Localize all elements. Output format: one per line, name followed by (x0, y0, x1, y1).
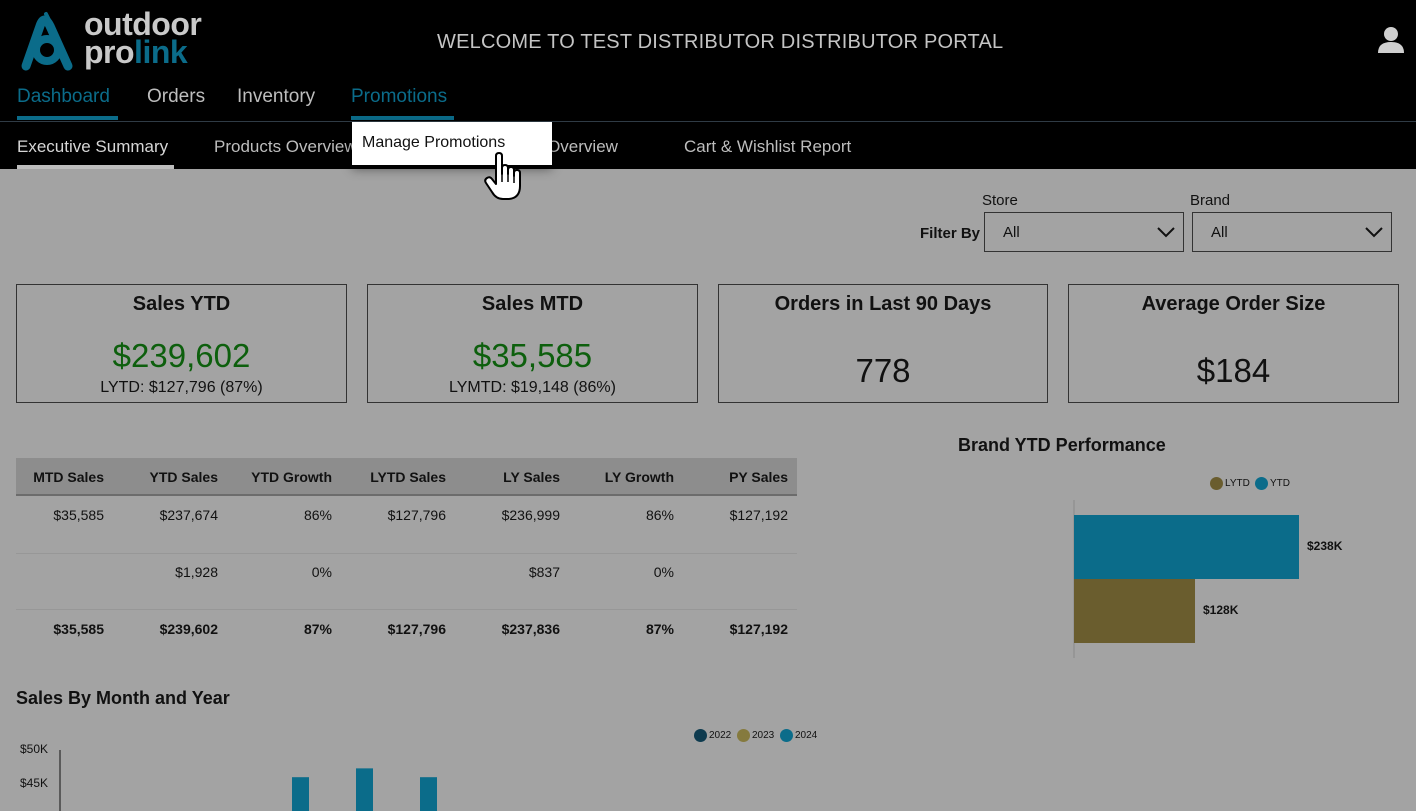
table-cell: 86% (645, 507, 674, 523)
logo-pro: pro (84, 34, 135, 70)
chevron-down-icon (1157, 227, 1175, 238)
nav-dashboard[interactable]: Dashboard (17, 86, 110, 108)
table-total-cell: $239,602 (159, 621, 218, 637)
kpi-title: Orders in Last 90 Days (774, 293, 992, 315)
kpi-value: $239,602 (112, 337, 251, 374)
column-header[interactable]: PY Sales (729, 469, 788, 485)
legend-item-lytd[interactable]: LYTD (1210, 477, 1250, 490)
nav-hover-underline (351, 116, 454, 120)
column-header[interactable]: YTD Sales (150, 469, 218, 485)
logo-link: link (134, 34, 188, 70)
y-tick-label: $50K (19, 742, 48, 756)
kpi-title: Sales YTD (132, 293, 231, 315)
legend-item-2024[interactable]: 2024 (780, 729, 817, 742)
bar-2024[interactable] (356, 768, 373, 811)
table-header-row: MTD Sales YTD Sales YTD Growth LYTD Sale… (16, 458, 797, 496)
row-divider (16, 609, 797, 610)
y-tick-label: $45K (19, 776, 48, 790)
welcome-message: WELCOME TO TEST DISTRIBUTOR DISTRIBUTOR … (437, 31, 1004, 53)
kpi-card-sales-mtd: Sales MTD $35,585 LYMTD: $19,148 (86%) (367, 284, 698, 403)
column-header[interactable]: LYTD Sales (370, 469, 446, 485)
store-select[interactable]: All (984, 212, 1184, 252)
legend-item-2022[interactable]: 2022 (694, 729, 731, 742)
bar-2024[interactable] (292, 777, 309, 811)
subnav-products-overview[interactable]: Products Overview (214, 137, 357, 157)
table-total-cell: $127,796 (387, 621, 446, 637)
legend-swatch (737, 729, 750, 742)
bar-ytd[interactable] (1074, 515, 1299, 579)
table-cell: 86% (303, 507, 332, 523)
kpi-comparison: LYMTD: $19,148 (86%) (449, 379, 616, 396)
legend-label: YTD (1270, 478, 1290, 489)
kpi-title: Sales MTD (481, 293, 584, 315)
kpi-card-sales-ytd: Sales YTD $239,602 LYTD: $127,796 (87%) (16, 284, 347, 403)
table-total-cell: $127,192 (729, 621, 788, 637)
bar-2024[interactable] (420, 777, 437, 811)
filter-by-label: Filter By (920, 225, 981, 242)
kpi-card-average-order-size: Average Order Size $184 (1068, 284, 1399, 403)
table-cell: $237,674 (159, 507, 218, 523)
brand-filter-label: Brand (1190, 192, 1231, 209)
chevron-down-icon (1365, 227, 1383, 238)
hand-pointer-cursor-icon (484, 152, 521, 200)
row-divider (16, 553, 797, 554)
sub-nav: Executive Summary Products Overview Bran… (0, 122, 1416, 169)
legend-label: 2024 (795, 730, 818, 741)
legend-label: LYTD (1225, 478, 1250, 489)
logo-mark-icon (21, 12, 73, 71)
subnav-cart-wishlist-report[interactable]: Cart & Wishlist Report (684, 137, 851, 157)
kpi-value: $184 (1196, 352, 1271, 389)
subnav-active-underline (17, 165, 174, 169)
menu-item-manage-promotions[interactable]: Manage Promotions (362, 134, 505, 152)
kpi-value: $35,585 (472, 337, 593, 374)
table-total-cell: 87% (303, 621, 332, 637)
bar-lytd[interactable] (1074, 579, 1196, 643)
kpi-card-orders-90-days: Orders in Last 90 Days 778 (718, 284, 1048, 403)
brand-chart-title: Brand YTD Performance (958, 435, 1166, 455)
kpi-title: Average Order Size (1141, 293, 1326, 315)
legend-label: 2022 (709, 730, 732, 741)
nav-orders[interactable]: Orders (147, 86, 205, 108)
legend-item-ytd[interactable]: YTD (1255, 477, 1290, 490)
kpi-value: 778 (855, 352, 911, 389)
column-header[interactable]: MTD Sales (33, 469, 104, 485)
nav-active-underline (17, 116, 118, 120)
store-select-value: All (1003, 224, 1020, 241)
column-header[interactable]: LY Sales (503, 469, 560, 485)
legend-swatch (1255, 477, 1268, 490)
kpi-comparison: LYTD: $127,796 (87%) (100, 379, 263, 396)
table-cell: $236,999 (501, 507, 560, 523)
table-cell: $837 (528, 564, 560, 580)
table-cell: 0% (311, 564, 332, 580)
brand-select-value: All (1211, 224, 1228, 241)
user-icon[interactable] (1376, 25, 1406, 55)
bar-data-label-lytd: $128K (1203, 603, 1239, 617)
subnav-executive-summary[interactable]: Executive Summary (17, 137, 168, 157)
table-total-cell: $35,585 (53, 621, 104, 637)
legend-swatch (694, 729, 707, 742)
table-total-cell: 87% (645, 621, 674, 637)
table-cell: $35,585 (53, 507, 104, 523)
table-cell: $1,928 (175, 564, 218, 580)
nav-inventory[interactable]: Inventory (237, 86, 315, 108)
legend-swatch (780, 729, 793, 742)
table-cell: $127,796 (387, 507, 446, 523)
store-filter-label: Store (982, 192, 1018, 209)
outdoor-prolink-logo[interactable]: outdoor prolink (16, 8, 216, 72)
bar-data-label-ytd: $238K (1307, 539, 1343, 553)
brand-select[interactable]: All (1192, 212, 1392, 252)
legend-label: 2023 (752, 730, 775, 741)
column-header[interactable]: LY Growth (605, 469, 674, 485)
brand-ytd-bar-chart (1073, 500, 1299, 658)
logo-wordmark: outdoor prolink (84, 8, 202, 68)
table-total-cell: $237,836 (501, 621, 560, 637)
monthly-chart-title: Sales By Month and Year (16, 688, 230, 708)
legend-item-2023[interactable]: 2023 (737, 729, 774, 742)
table-cell: $127,192 (729, 507, 788, 523)
table-cell: 0% (653, 564, 674, 580)
nav-promotions[interactable]: Promotions (351, 86, 447, 108)
legend-swatch (1210, 477, 1223, 490)
sales-by-month-bar-chart (59, 750, 437, 811)
column-header[interactable]: YTD Growth (251, 469, 332, 485)
